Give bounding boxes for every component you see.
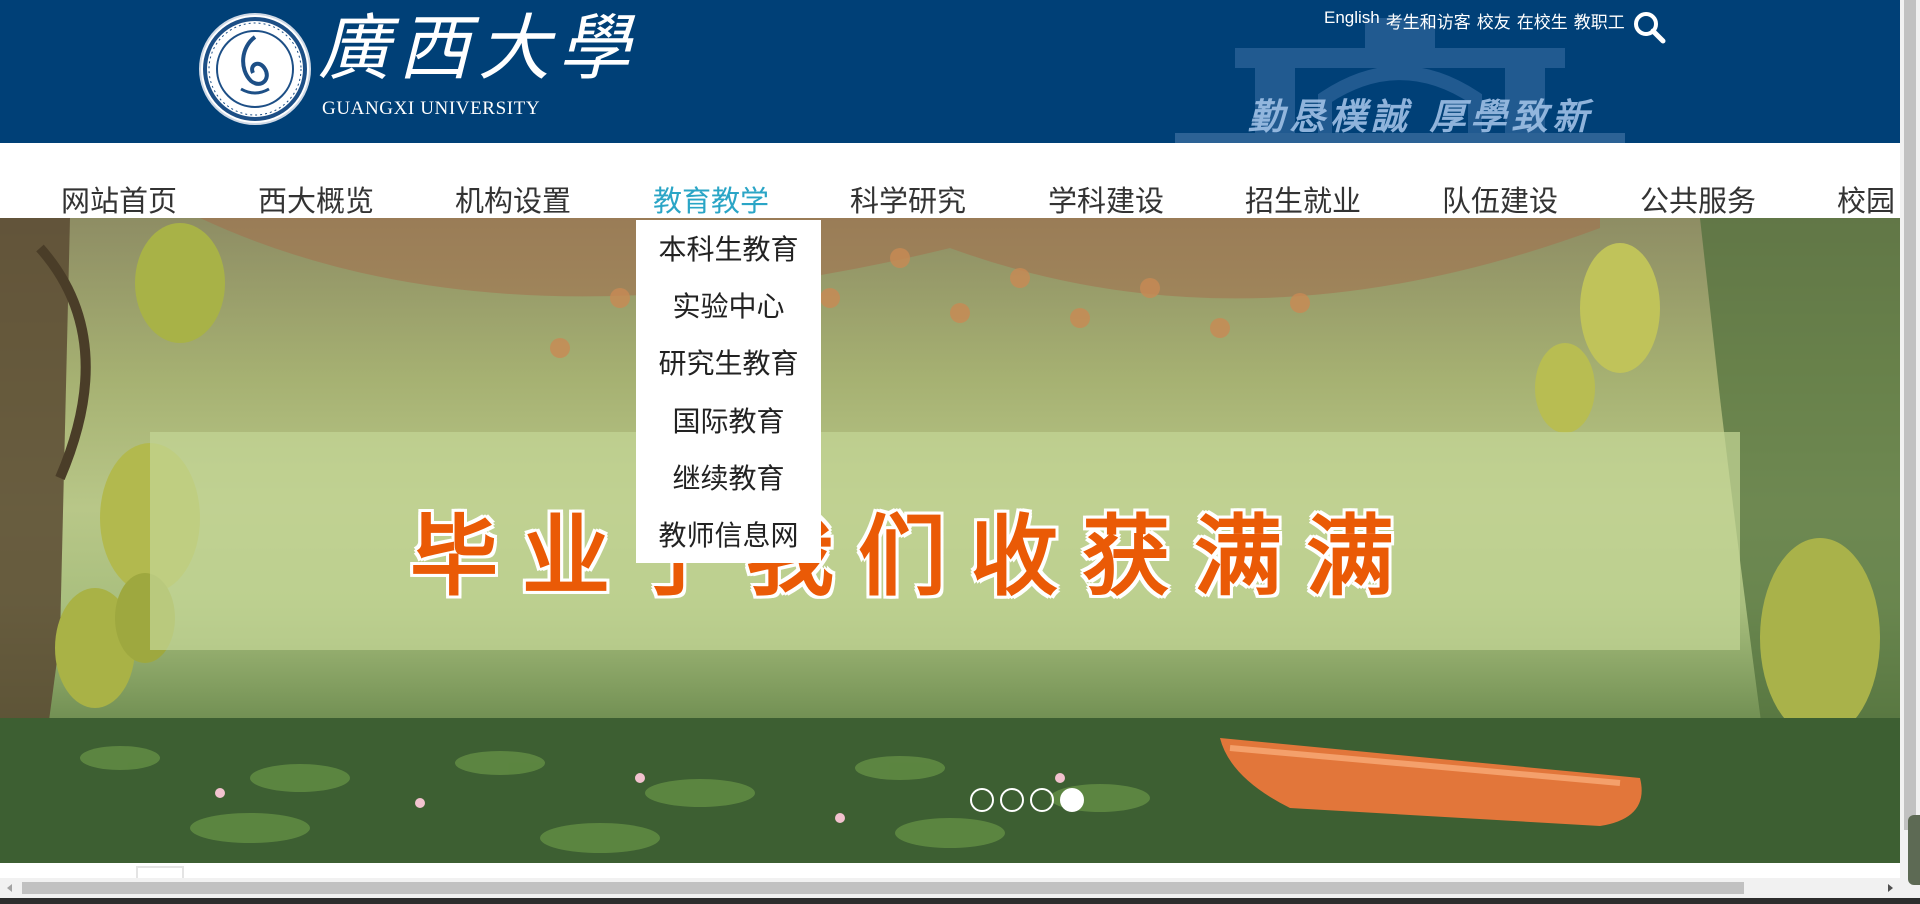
vertical-scroll-thumb[interactable] bbox=[1904, 0, 1916, 830]
dropdown-item-lab-center[interactable]: 实验中心 bbox=[636, 285, 821, 325]
side-widget-tab[interactable] bbox=[1908, 815, 1920, 885]
slide-indicators bbox=[970, 788, 1084, 812]
search-icon[interactable] bbox=[1632, 10, 1666, 44]
banner-slogan: 毕业了我们收获满满 bbox=[410, 505, 1419, 608]
main-nav: 网站首页 西大概览 机构设置 教育教学 科学研究 学科建设 招生就业 队伍建设 … bbox=[0, 143, 1900, 218]
dropdown-item-continuing[interactable]: 继续教育 bbox=[636, 457, 821, 497]
bottom-strip bbox=[0, 898, 1920, 904]
nav-item-home[interactable]: 网站首页 bbox=[61, 178, 177, 220]
top-link-students[interactable]: 在校生 bbox=[1517, 8, 1568, 33]
horizontal-scroll-thumb[interactable] bbox=[22, 882, 1744, 894]
university-motto: 勤恳樸誠 厚學致新 bbox=[1248, 96, 1594, 138]
top-link-staff[interactable]: 教职工 bbox=[1574, 8, 1625, 33]
site-header: 勤恳樸誠 厚學致新 廣西大學 GUANGXI UNIVERSITY Englis… bbox=[0, 0, 1900, 143]
slide-dot-1[interactable] bbox=[970, 788, 994, 812]
dropdown-item-teacher-info[interactable]: 教师信息网 bbox=[636, 514, 821, 554]
university-seal-logo[interactable] bbox=[199, 13, 311, 125]
horizontal-scrollbar[interactable] bbox=[0, 878, 1900, 898]
dropdown-item-undergraduate[interactable]: 本科生教育 bbox=[636, 228, 821, 268]
top-link-alumni[interactable]: 校友 bbox=[1477, 8, 1511, 33]
top-links: English 考生和访客 校友 在校生 教职工 bbox=[1324, 8, 1625, 33]
banner-slider[interactable]: 毕业了我们收获满满 bbox=[0, 218, 1900, 863]
scroll-right-arrow-icon[interactable] bbox=[1880, 878, 1900, 898]
nav-item-faculty[interactable]: 队伍建设 bbox=[1442, 178, 1558, 220]
scroll-left-arrow-icon[interactable] bbox=[0, 878, 20, 898]
dropdown-item-graduate[interactable]: 研究生教育 bbox=[636, 342, 821, 382]
dropdown-item-international[interactable]: 国际教育 bbox=[636, 400, 821, 440]
slide-dot-4[interactable] bbox=[1060, 788, 1084, 812]
top-link-visitors[interactable]: 考生和访客 bbox=[1386, 8, 1471, 33]
nav-item-research[interactable]: 科学研究 bbox=[850, 178, 966, 220]
university-name-en[interactable]: GUANGXI UNIVERSITY bbox=[322, 98, 540, 120]
top-link-english[interactable]: English bbox=[1324, 8, 1380, 33]
nav-item-organization[interactable]: 机构设置 bbox=[455, 178, 571, 220]
education-dropdown-menu: 本科生教育 实验中心 研究生教育 国际教育 继续教育 教师信息网 bbox=[636, 220, 821, 563]
nav-item-disciplines[interactable]: 学科建设 bbox=[1048, 178, 1164, 220]
nav-item-admissions[interactable]: 招生就业 bbox=[1245, 178, 1361, 220]
slide-dot-3[interactable] bbox=[1030, 788, 1054, 812]
nav-item-public-services[interactable]: 公共服务 bbox=[1640, 178, 1756, 220]
nav-item-campus[interactable]: 校园 bbox=[1837, 178, 1895, 220]
nav-item-overview[interactable]: 西大概览 bbox=[258, 178, 374, 220]
slide-dot-2[interactable] bbox=[1000, 788, 1024, 812]
university-name-cn[interactable]: 廣西大學 bbox=[318, 12, 638, 84]
vertical-scrollbar[interactable] bbox=[1900, 0, 1920, 904]
nav-item-education[interactable]: 教育教学 bbox=[653, 178, 769, 220]
